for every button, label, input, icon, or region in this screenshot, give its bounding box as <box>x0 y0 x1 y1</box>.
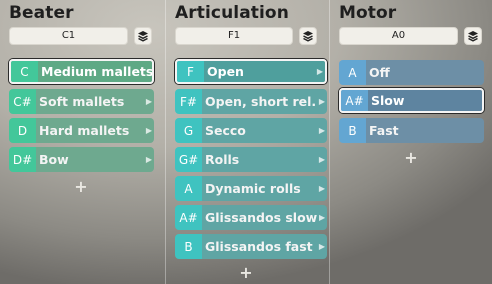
item-label: Medium mallets <box>38 61 152 82</box>
articulation-item-secco[interactable]: G Secco ▶ <box>175 118 327 143</box>
keyswitch-key: D# <box>9 147 36 172</box>
item-label: Open <box>204 61 315 82</box>
item-label: Glissandos slow <box>202 205 318 230</box>
arrow-right-icon: ▶ <box>144 89 154 114</box>
beater-add-plus-icon[interactable]: + <box>73 177 89 196</box>
articulation-item-glissandos-fast[interactable]: B Glissandos fast ▶ <box>175 234 327 259</box>
item-label: Secco <box>202 118 317 143</box>
arrow-right-icon: ▶ <box>153 61 154 82</box>
keyswitch-key: B <box>175 234 202 259</box>
item-label: Glissandos fast <box>202 234 317 259</box>
item-label: Slow <box>368 90 482 111</box>
keyswitch-key: A# <box>341 90 368 111</box>
arrow-right-icon: ▶ <box>317 89 327 114</box>
beater-item-medium-mallets[interactable]: C Medium mallets ▶ <box>9 59 154 84</box>
articulation-item-dynamic-rolls[interactable]: A Dynamic rolls ▶ <box>175 176 327 201</box>
beater-layers-button[interactable] <box>134 27 152 45</box>
item-label: Bow <box>36 147 144 172</box>
arrow-right-icon: ▶ <box>317 176 327 201</box>
layers-icon <box>303 31 313 42</box>
motor-panel: Motor A0 A Off A# Slow B Fast + <box>330 0 492 284</box>
keyswitch-key: A <box>175 176 202 201</box>
arrow-right-icon: ▶ <box>317 118 327 143</box>
motor-layers-button[interactable] <box>464 27 482 45</box>
item-label: Rolls <box>202 147 317 172</box>
articulation-item-glissandos-slow[interactable]: A# Glissandos slow ▶ <box>175 205 327 230</box>
keyswitch-key: G# <box>175 147 202 172</box>
articulation-item-open[interactable]: F Open ▶ <box>175 59 327 84</box>
arrow-right-icon: ▶ <box>144 118 154 143</box>
motor-add-plus-icon[interactable]: + <box>403 148 419 167</box>
motor-title: Motor <box>339 3 397 23</box>
item-label: Soft mallets <box>36 89 144 114</box>
articulation-keyswitch-field[interactable]: F1 <box>175 27 293 45</box>
item-label: Dynamic rolls <box>202 176 317 201</box>
keyswitch-key: A# <box>175 205 202 230</box>
beater-item-bow[interactable]: D# Bow ▶ <box>9 147 154 172</box>
keyswitch-key: D <box>9 118 36 143</box>
articulation-item-open-short-rel[interactable]: F# Open, short rel. ▶ <box>175 89 327 114</box>
articulation-item-rolls[interactable]: G# Rolls ▶ <box>175 147 327 172</box>
motor-item-slow[interactable]: A# Slow <box>339 88 484 113</box>
motor-item-off[interactable]: A Off <box>339 60 484 85</box>
layers-icon <box>468 31 478 42</box>
keyswitch-key: F <box>177 61 204 82</box>
arrow-right-icon: ▶ <box>317 147 327 172</box>
arrow-right-icon: ▶ <box>317 205 327 230</box>
beater-title: Beater <box>9 3 74 23</box>
motor-keyswitch-field[interactable]: A0 <box>339 27 458 45</box>
item-label: Fast <box>366 118 484 143</box>
keyswitch-key: C <box>11 61 38 82</box>
arrow-right-icon: ▶ <box>315 61 325 82</box>
articulation-panel: Articulation F1 F Open ▶ F# Open, short … <box>166 0 329 284</box>
beater-keyswitch-field[interactable]: C1 <box>9 27 128 45</box>
articulation-layers-button[interactable] <box>299 27 317 45</box>
item-label: Off <box>366 60 484 85</box>
layers-icon <box>138 31 148 42</box>
keyswitch-key: A <box>339 60 366 85</box>
motor-item-fast[interactable]: B Fast <box>339 118 484 143</box>
arrow-right-icon: ▶ <box>317 234 327 259</box>
keyswitch-key: F# <box>175 89 202 114</box>
arrow-right-icon: ▶ <box>144 147 154 172</box>
keyswitch-key: C# <box>9 89 36 114</box>
articulation-add-plus-icon[interactable]: + <box>238 263 254 282</box>
keyswitch-key: G <box>175 118 202 143</box>
beater-item-hard-mallets[interactable]: D Hard mallets ▶ <box>9 118 154 143</box>
beater-item-soft-mallets[interactable]: C# Soft mallets ▶ <box>9 89 154 114</box>
beater-panel: Beater C1 C Medium mallets ▶ C# Soft mal… <box>0 0 165 284</box>
keyswitch-key: B <box>339 118 366 143</box>
articulation-title: Articulation <box>175 3 289 23</box>
item-label: Hard mallets <box>36 118 144 143</box>
item-label: Open, short rel. <box>202 89 317 114</box>
